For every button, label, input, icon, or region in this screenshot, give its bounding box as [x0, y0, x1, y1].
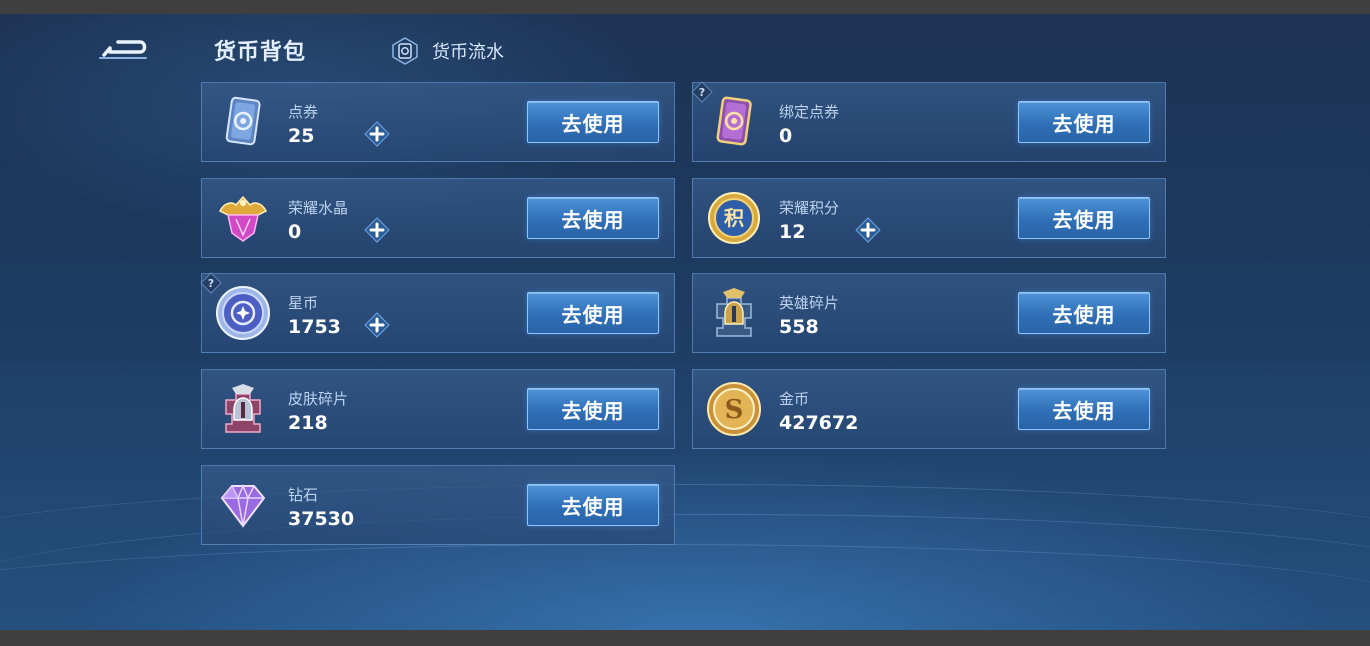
currency-name: 皮肤碎片 [288, 390, 349, 408]
currency-card-diamond: 钻石 37530 去使用 [201, 465, 675, 545]
add-plus-icon[interactable] [855, 217, 881, 243]
use-button[interactable]: 去使用 [527, 484, 659, 526]
svg-text:S: S [725, 395, 744, 425]
currency-card-glory-points: 积 荣耀积分 12 去使用 [692, 178, 1166, 258]
hero-fragment-icon [716, 288, 752, 337]
add-plus-icon[interactable] [364, 121, 390, 147]
currency-amount: 558 [779, 316, 819, 338]
diamond-icon [220, 484, 266, 528]
use-button[interactable]: 去使用 [527, 101, 659, 143]
currency-name: 荣耀水晶 [288, 199, 349, 217]
currency-amount: 0 [779, 125, 793, 147]
currency-card-bound-coupon: ? 绑定点券 0 去使用 [691, 81, 1166, 162]
skin-fragment-icon [225, 384, 261, 433]
use-button[interactable]: 去使用 [1018, 101, 1150, 143]
currency-name: 荣耀积分 [779, 199, 840, 217]
use-button[interactable]: 去使用 [527, 197, 659, 239]
currency-name: 英雄碎片 [779, 294, 840, 312]
svg-text:积: 积 [724, 206, 744, 230]
use-button[interactable]: 去使用 [1018, 388, 1150, 430]
currency-name: 绑定点券 [779, 103, 840, 121]
currency-card-skin-fragment: 皮肤碎片 218 去使用 [201, 369, 675, 449]
use-button[interactable]: 去使用 [1018, 197, 1150, 239]
glory-crystal-icon [218, 195, 268, 242]
currency-name: 金币 [779, 390, 810, 408]
currency-card-glory-crystal: 荣耀水晶 0 去使用 [201, 178, 675, 258]
add-plus-icon[interactable] [364, 312, 390, 338]
add-plus-icon[interactable] [364, 217, 390, 243]
currency-amount: 37530 [288, 508, 355, 530]
use-button[interactable]: 去使用 [527, 388, 659, 430]
currency-amount: 25 [288, 125, 315, 147]
currency-flow-link[interactable]: 货币流水 [390, 36, 504, 66]
currency-name: 钻石 [288, 486, 319, 504]
currency-amount: 218 [288, 412, 328, 434]
transaction-record-icon [392, 37, 418, 65]
bound-coupon-card-icon [716, 96, 752, 146]
back-arrow-icon[interactable] [96, 34, 154, 64]
currency-name: 点券 [288, 103, 319, 121]
currency-card-star-coin: ? 星币 1753 去使用 [200, 272, 675, 353]
currency-bag-screen: 货币背包 货币流水 点券 25 去使用 ? 绑定点券 0 去使用 荣耀水晶 0 … [0, 14, 1370, 630]
glory-points-icon: 积 [708, 192, 760, 244]
currency-name: 星币 [288, 294, 319, 312]
currency-amount: 0 [288, 221, 302, 243]
page-title: 货币背包 [214, 40, 307, 65]
currency-card-coupon: 点券 25 去使用 [201, 82, 675, 162]
currency-amount: 1753 [288, 316, 341, 338]
currency-flow-label: 货币流水 [432, 42, 504, 63]
use-button[interactable]: 去使用 [527, 292, 659, 334]
currency-card-hero-fragment: 英雄碎片 558 去使用 [692, 273, 1166, 353]
coupon-card-icon [225, 96, 261, 146]
use-button[interactable]: 去使用 [1018, 292, 1150, 334]
currency-amount: 427672 [779, 412, 859, 434]
currency-card-gold-coin: S 金币 427672 去使用 [692, 369, 1166, 449]
currency-amount: 12 [779, 221, 806, 243]
gold-coin-icon: S [707, 382, 761, 436]
star-coin-icon [216, 286, 270, 340]
